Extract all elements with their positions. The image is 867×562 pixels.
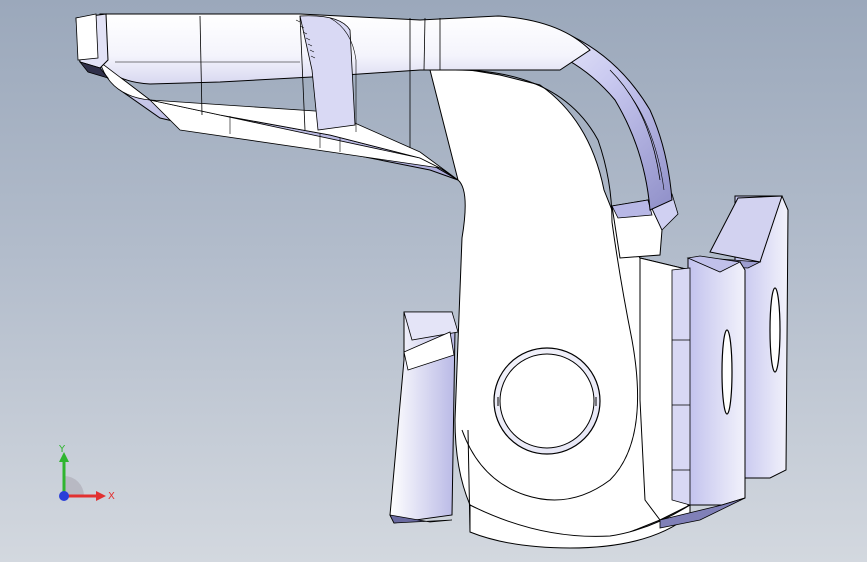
slot-hole-lower	[721, 329, 733, 415]
3d-part-model[interactable]	[0, 0, 867, 562]
y-axis-label: Y	[58, 444, 66, 455]
x-axis-arrowhead	[96, 491, 106, 501]
arm-connector	[611, 193, 679, 259]
pivot-bore	[493, 347, 601, 455]
slot-hole-upper	[769, 287, 781, 373]
x-axis-label: X	[108, 491, 115, 502]
z-axis-dot	[59, 491, 69, 501]
graphics-viewport[interactable]: Y X	[0, 0, 867, 562]
axis-triad: Y X	[58, 444, 115, 502]
front-flange	[639, 255, 746, 529]
lower-left-pad	[389, 311, 459, 524]
